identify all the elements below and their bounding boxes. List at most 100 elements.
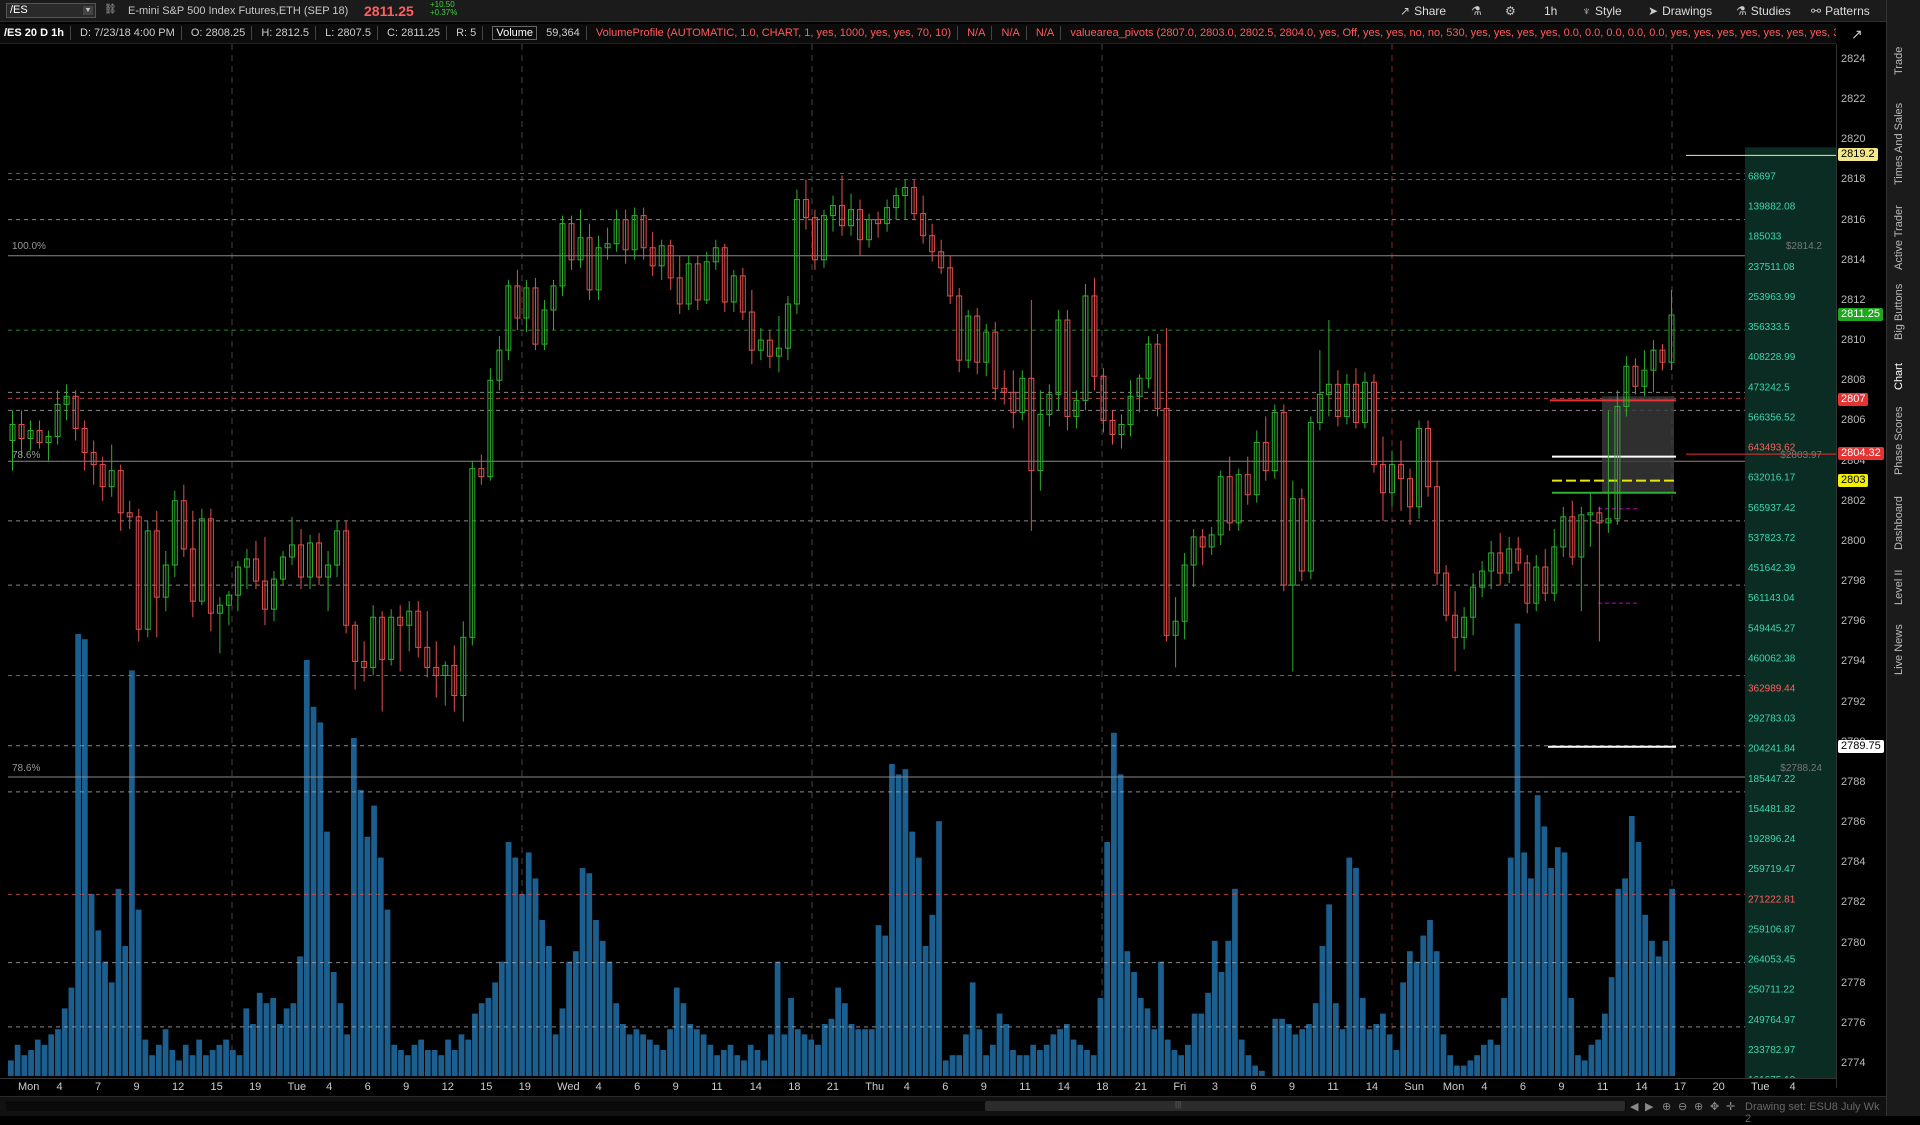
volume-bar xyxy=(694,1029,700,1076)
sidebar-tab-active-trader[interactable]: Active Trader xyxy=(1893,185,1905,270)
volume-bar xyxy=(929,914,936,1076)
volume-bar xyxy=(229,1050,236,1076)
volume-bar xyxy=(391,1044,398,1076)
volume-bar xyxy=(1427,920,1433,1076)
time-axis-label: 14 xyxy=(749,1081,762,1093)
zoom-icon[interactable]: ⊕ xyxy=(1662,1100,1671,1113)
chevron-down-icon[interactable]: ▼ xyxy=(83,6,93,15)
drag-icon[interactable]: ✥ xyxy=(1710,1100,1719,1113)
volume-bar xyxy=(821,1024,828,1076)
volume-bar xyxy=(1393,1050,1400,1076)
volume-bar xyxy=(303,660,310,1076)
volume-bar xyxy=(1474,1055,1480,1076)
volume-bar xyxy=(956,1055,963,1076)
symbol-input[interactable]: /ES ▼ xyxy=(6,3,96,18)
sidebar-tab-big-buttons[interactable]: Big Buttons xyxy=(1893,270,1905,340)
volume-bar xyxy=(1541,826,1548,1076)
volume-bar xyxy=(895,774,902,1076)
volume-bar xyxy=(1003,1024,1010,1076)
volume-bar xyxy=(788,998,794,1076)
sidebar-tab-trade[interactable]: Trade xyxy=(1893,35,1905,75)
volume-bar xyxy=(81,639,88,1076)
price-axis-tick: 2778 xyxy=(1841,976,1866,989)
price-axis-badge: 2789.75 xyxy=(1838,739,1884,753)
share-button[interactable]: ↗ Share xyxy=(1400,2,1446,20)
volume-bar xyxy=(761,1060,768,1076)
volume-bar xyxy=(1588,1044,1595,1076)
volume-bar xyxy=(1158,961,1164,1076)
chart-scrollbar[interactable]: ||| ◀ ▶ ⊕ ⊖ ⊕ ✥ ✛ Drawing set: ESU8 July… xyxy=(0,1096,1886,1125)
time-axis-label: 4 xyxy=(595,1081,602,1093)
sidebar-tab-level-ii[interactable]: Level II xyxy=(1893,560,1905,605)
patterns-button[interactable]: ⚯ Patterns xyxy=(1811,2,1870,20)
price-axis-tick: 2798 xyxy=(1841,575,1866,588)
volume-bar xyxy=(1400,982,1406,1076)
volume-bar xyxy=(1602,1013,1608,1076)
price-axis-badge: 2811.25 xyxy=(1838,308,1883,322)
volume-bar xyxy=(949,1055,956,1076)
na-value-1: N/A xyxy=(967,27,986,39)
zoom-in-icon[interactable]: ⊕ xyxy=(1694,1100,1703,1113)
volume-bar xyxy=(371,805,377,1076)
volume-bar xyxy=(8,1060,14,1076)
volume-profile-study[interactable]: VolumeProfile (AUTOMATIC, 1.0, CHART, 1,… xyxy=(596,27,951,39)
time-axis-label: 12 xyxy=(172,1081,185,1093)
timeframe-button[interactable]: 1h xyxy=(1544,2,1557,20)
volume-bar xyxy=(418,1039,424,1076)
crosshair-icon[interactable]: ✛ xyxy=(1726,1100,1735,1113)
volume-bar xyxy=(646,1039,653,1076)
link-icon[interactable]: ⛓ xyxy=(104,4,117,15)
scroll-right-icon[interactable]: ▶ xyxy=(1645,1100,1653,1113)
axis-arrow-icon[interactable]: ↗ xyxy=(1851,26,1863,43)
price-axis[interactable]: 2824 2822 2820 2818 2816 2814 2812 2810 2808 2806… xyxy=(1836,26,1886,1088)
volume-bar xyxy=(1043,1044,1050,1076)
volume-bar xyxy=(1191,1013,1198,1076)
sidebar-tab-phase-scores[interactable]: Phase Scores xyxy=(1893,395,1905,475)
price-axis-tick: 2822 xyxy=(1841,93,1866,106)
sidebar-tab-dashboard[interactable]: Dashboard xyxy=(1893,480,1905,550)
volume-bar xyxy=(1171,1050,1178,1076)
volume-bar xyxy=(727,1044,734,1076)
time-axis-label: 18 xyxy=(788,1081,801,1093)
profile-label: 643493.62 xyxy=(1748,443,1796,454)
volume-bar xyxy=(512,857,519,1076)
volume-bar xyxy=(754,1050,761,1076)
volume-bar xyxy=(801,1034,808,1076)
scroll-thumb[interactable] xyxy=(985,1101,1625,1111)
scroll-left-icon[interactable]: ◀ xyxy=(1630,1100,1638,1113)
profile-label: 565937.42 xyxy=(1748,503,1796,514)
sidebar-tab-live-news[interactable]: Live News xyxy=(1893,615,1905,675)
bar-date: D: 7/23/18 4:00 PM xyxy=(79,27,175,39)
flask-button[interactable]: ⚗ xyxy=(1471,2,1486,20)
volume-bar xyxy=(1218,972,1225,1076)
volume-bar xyxy=(1030,1044,1037,1076)
profile-label: 561143.04 xyxy=(1748,593,1795,604)
volume-bar xyxy=(297,956,303,1076)
volume-bar xyxy=(236,1055,243,1076)
volume-bar xyxy=(1164,1039,1171,1076)
volume-bar xyxy=(1359,998,1366,1076)
zoom-out-icon[interactable]: ⊖ xyxy=(1678,1100,1687,1113)
style-button[interactable]: ♆ Style xyxy=(1582,2,1622,20)
settings-button[interactable]: ⚙ xyxy=(1505,2,1520,20)
time-axis-label: 14 xyxy=(1635,1081,1648,1093)
volume-bar xyxy=(1211,940,1218,1076)
volume-bar xyxy=(1420,935,1427,1076)
value-area-box xyxy=(1602,396,1674,493)
sidebar-tab-chart[interactable]: Chart xyxy=(1893,350,1905,390)
volume-bar xyxy=(546,946,552,1076)
volume-bar xyxy=(525,852,532,1076)
valuearea-pivots-study[interactable]: valuearea_pivots (2807.0, 2803.0, 2802.5… xyxy=(1070,27,1836,39)
volume-bar xyxy=(989,1044,996,1076)
price-chart[interactable]: 100.0%78.6%78.6%$2814.2$2803.97$2788.246… xyxy=(0,44,1836,1078)
volume-bar xyxy=(613,1003,620,1076)
profile-label: 362989.44 xyxy=(1748,684,1796,695)
volume-bar xyxy=(653,1044,660,1076)
profile-label: 549445.27 xyxy=(1748,623,1796,634)
time-axis[interactable]: Mon 4 7 9 12 15 19 Tue 4 6 9 12 15 19 Wed 4 6 9 11 14 18 21 Th… xyxy=(0,1078,1836,1096)
volume-study-label[interactable]: Volume xyxy=(492,26,538,40)
drawings-button[interactable]: ➤ Drawings xyxy=(1648,2,1712,20)
studies-button[interactable]: ⚗ Studies xyxy=(1736,2,1791,20)
volume-bar xyxy=(1561,852,1568,1076)
sidebar-tab-times-and-sales[interactable]: Times And Sales xyxy=(1893,85,1905,185)
